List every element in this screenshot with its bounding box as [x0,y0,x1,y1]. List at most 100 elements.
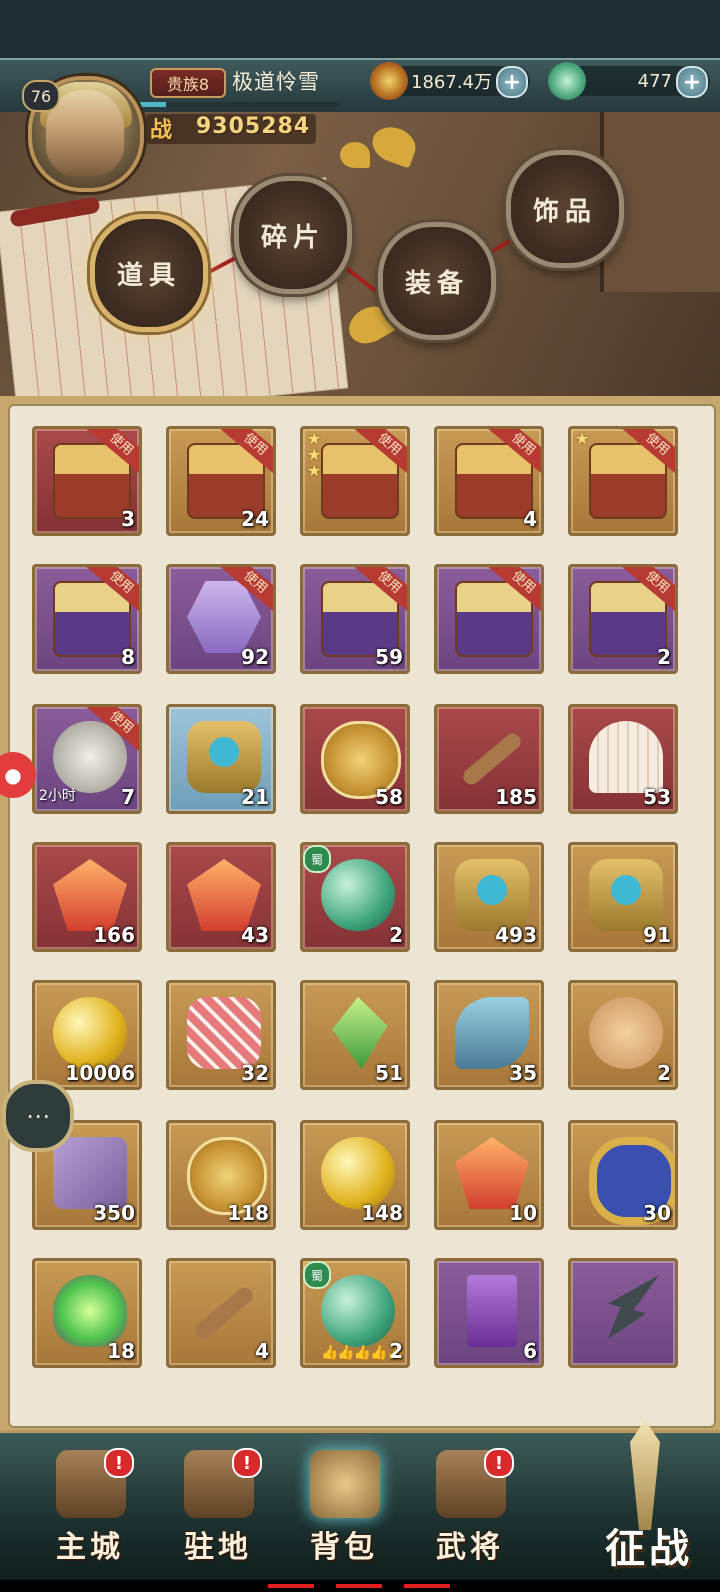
gold-coin-icon [370,62,408,100]
inventory-item[interactable]: 使用 2小时 7 [32,704,142,814]
faction-badge: 蜀 [303,1261,331,1289]
inventory-item[interactable]: 493 [434,842,544,952]
nav-generals[interactable]: ! 武将 [420,1446,520,1566]
tab-fragments-label: 碎片 [260,222,325,253]
inventory-item[interactable]: 53 [568,704,678,814]
item-count: 2 [657,645,671,669]
nav-main-city[interactable]: ! 主城 [40,1446,140,1566]
item-count: 51 [375,1061,403,1085]
inventory-item[interactable]: 10006 [32,980,142,1090]
ginkgo-leaf-icon [340,142,370,168]
player-name: 极道怜雪 [232,70,320,94]
item-count: 2 [389,1339,403,1363]
inventory-item[interactable]: 35 [434,980,544,1090]
green-crystal-icon [332,997,388,1069]
item-count: 3 [121,507,135,531]
inventory-item[interactable]: 185 [434,704,544,814]
inventory-item[interactable]: 58 [300,704,410,814]
inventory-item[interactable]: 148 [300,1120,410,1230]
inventory-item[interactable]: 2 [568,980,678,1090]
inventory-item[interactable]: 使用 59 [300,564,410,674]
nav-indicator [404,1584,450,1588]
item-count: 7 [121,785,135,809]
item-count: 92 [241,645,269,669]
item-count: 21 [241,785,269,809]
nav-garrison-label: 驻地 [184,1530,252,1565]
golden-pearl-icon [53,997,127,1069]
chat-button[interactable]: ⋯ [2,1080,74,1152]
tab-equipment[interactable]: 装备 [378,222,496,340]
inventory-item[interactable]: 蜀2 [300,842,410,952]
inventory-item[interactable]: 使用 24 [166,426,276,536]
inventory-item[interactable]: 10 [434,1120,544,1230]
alert-icon: ! [104,1448,134,1478]
inventory-item[interactable]: 32 [166,980,276,1090]
item-panel: 使用 3 使用 24 ★ ★ ★ 使用 使用 4 ★ 使用 使用 8 使用 92 使用 59 使用 使用 2 使用 2小… [8,404,716,1428]
inventory-item[interactable]: 使用 4 [434,426,544,536]
horn-icon [460,730,524,788]
campaign-label: 征战 [605,1526,693,1572]
nav-indicator [336,1584,382,1588]
power-label: 战 [150,118,173,143]
item-count: 185 [495,785,537,809]
item-count: 10006 [65,1061,135,1085]
jade-icon [548,62,586,100]
shell-icon [589,721,663,793]
golden-emblem-icon [187,721,261,793]
vip-badge[interactable]: 贵族8 [150,68,226,98]
item-count: 18 [107,1339,135,1363]
inventory-item[interactable]: ★ ★ ★ 使用 [300,426,410,536]
nav-garrison[interactable]: ! 驻地 [168,1446,268,1566]
nav-generals-label: 武将 [436,1530,504,1565]
tab-items[interactable]: 道具 [90,214,208,332]
tab-accessories[interactable]: 饰品 [506,150,624,268]
campaign-button[interactable]: 征战 [578,1420,720,1580]
sword-emblem-icon [455,859,529,931]
inventory-item[interactable]: 使用 3 [32,426,142,536]
inventory-item[interactable]: 使用 [434,564,544,674]
backpack-chest-icon [310,1450,380,1518]
item-count: 43 [241,923,269,947]
amber-crystal-icon [455,1137,529,1209]
nav-backpack[interactable]: 背包 [294,1446,394,1566]
fish-icon [455,997,529,1069]
inventory-item[interactable]: 30 [568,1120,678,1230]
fire-gem-icon [187,859,261,931]
nav-main-city-label: 主城 [56,1530,124,1565]
item-count: 350 [93,1201,135,1225]
inventory-item[interactable]: 118 [166,1120,276,1230]
inventory-item[interactable]: 使用 8 [32,564,142,674]
item-count: 10 [509,1201,537,1225]
sword-icon [630,1420,660,1530]
inventory-item[interactable]: 21 [166,704,276,814]
add-coins-button[interactable]: + [496,66,528,98]
purple-scroll-icon [53,1137,127,1209]
inventory-item[interactable]: 43 [166,842,276,952]
status-strip [0,0,720,58]
inventory-item[interactable]: 蜀 👍👍👍👍👍 2 [300,1258,410,1368]
item-count: 24 [241,507,269,531]
inventory-item[interactable]: 使用 2 [568,564,678,674]
coin-amount: 1867.4万 [411,72,492,93]
inventory-item[interactable]: 166 [32,842,142,952]
ginkgo-leaf-icon [367,121,421,169]
item-timer: 2小时 [39,788,76,804]
inventory-item[interactable]: 91 [568,842,678,952]
item-count: 118 [227,1201,269,1225]
item-count: 58 [375,785,403,809]
inventory-item[interactable] [568,1258,678,1368]
add-jade-button[interactable]: + [676,66,708,98]
inventory-item[interactable]: 使用 92 [166,564,276,674]
item-count: 91 [643,923,671,947]
alert-icon: ! [484,1448,514,1478]
tab-fragments[interactable]: 碎片 [234,176,352,294]
inventory-item[interactable]: 6 [434,1258,544,1368]
inventory-item[interactable]: 18 [32,1258,142,1368]
nav-indicator [268,1584,314,1588]
inventory-item[interactable]: 4 [166,1258,276,1368]
orange-orb-icon [321,1137,395,1209]
xp-fill [140,102,166,107]
wooden-branch-icon [192,1284,256,1342]
inventory-item[interactable]: ★ 使用 [568,426,678,536]
inventory-item[interactable]: 51 [300,980,410,1090]
